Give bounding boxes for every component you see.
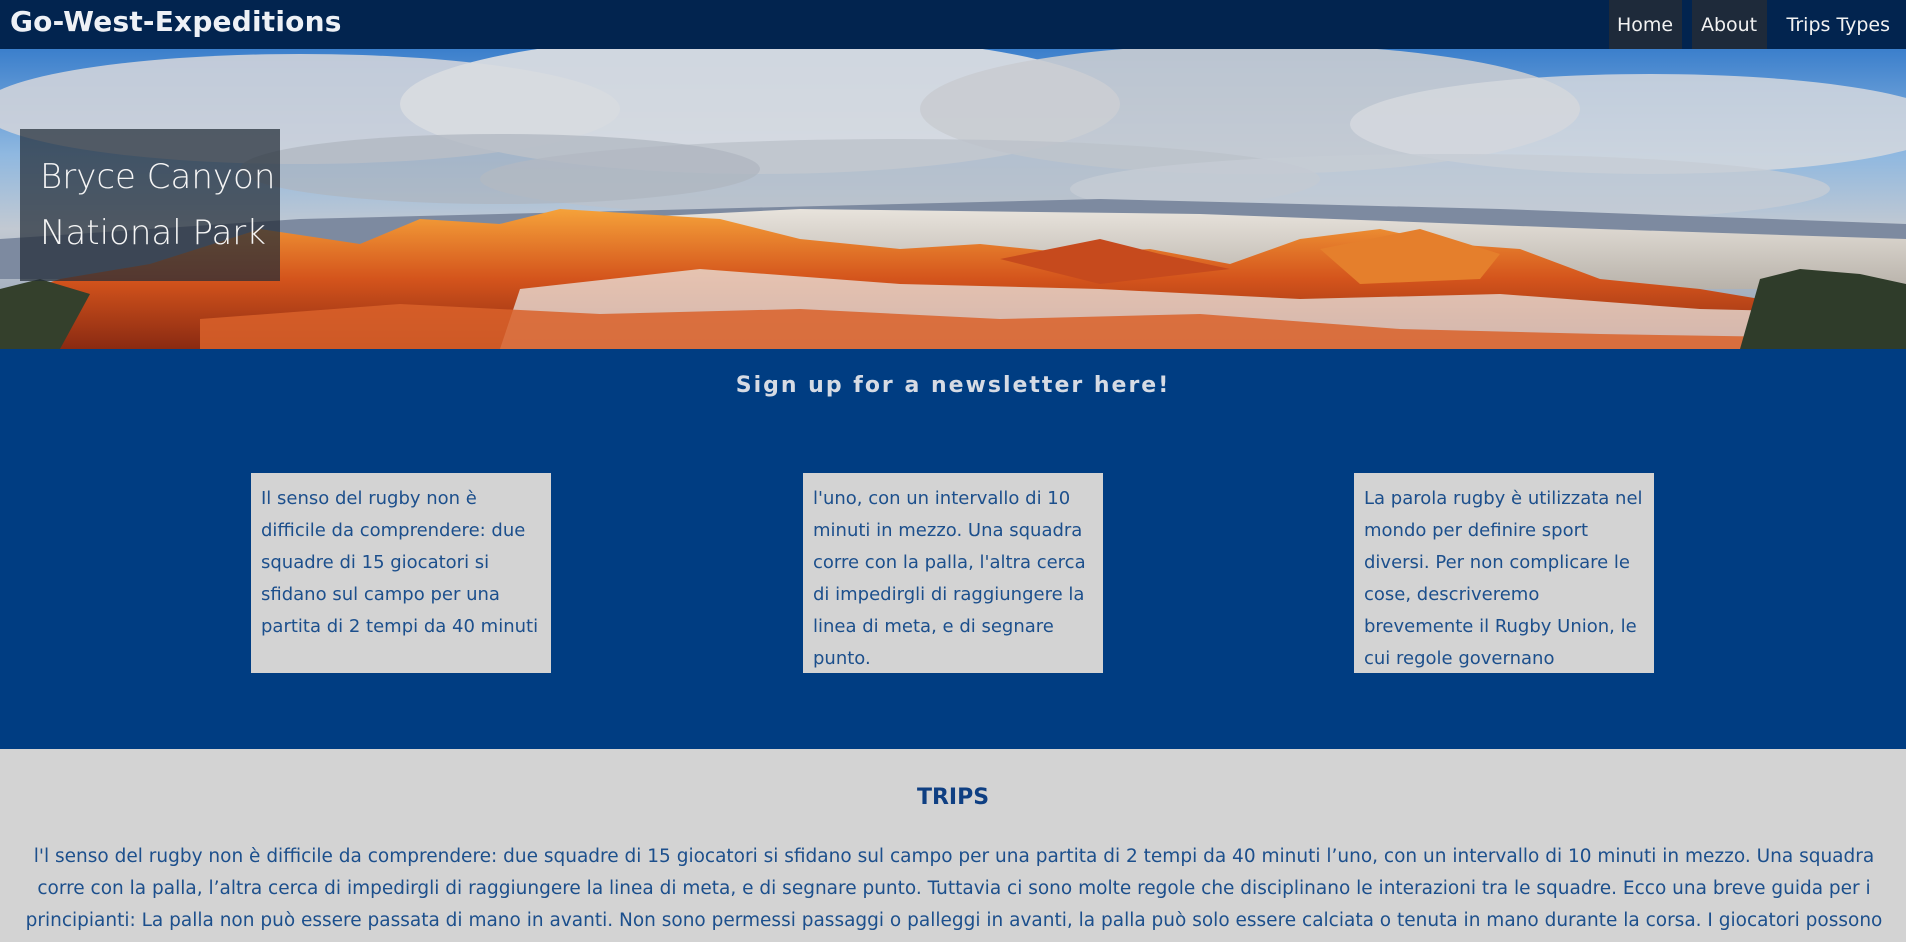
hero-banner: Bryce Canyon National Park: [0, 49, 1906, 349]
hero-caption: Bryce Canyon National Park: [20, 129, 280, 281]
brand-logo[interactable]: Go-West-Expeditions: [0, 5, 342, 38]
nav-about-link[interactable]: About: [1691, 0, 1767, 49]
newsletter-signup-link[interactable]: Sign up for a newsletter here!: [0, 373, 1906, 398]
newsletter-section: Sign up for a newsletter here! Il senso …: [0, 349, 1906, 749]
info-card: La parola rugby è utilizzata nel mondo p…: [1354, 473, 1654, 673]
trips-section: TRIPS l'l senso del rugby non è difficil…: [0, 749, 1906, 942]
info-card: l'uno, con un intervallo di 10 minuti in…: [803, 473, 1103, 673]
hero-caption-line2: National Park: [40, 213, 266, 253]
hero-landscape-image: [0, 49, 1906, 349]
navbar: Go-West-Expeditions Home About Trips Typ…: [0, 0, 1906, 49]
nav-menu: Home About Trips Types: [1599, 0, 1906, 49]
nav-home-link[interactable]: Home: [1608, 0, 1682, 49]
nav-trips-types-link[interactable]: Trips Types: [1777, 0, 1900, 49]
trips-heading: TRIPS: [916, 785, 990, 810]
info-card: Il senso del rugby non è difficile da co…: [251, 473, 551, 673]
trips-description: l'l senso del rugby non è difficile da c…: [25, 846, 1883, 931]
hero-caption-line1: Bryce Canyon: [40, 157, 276, 197]
